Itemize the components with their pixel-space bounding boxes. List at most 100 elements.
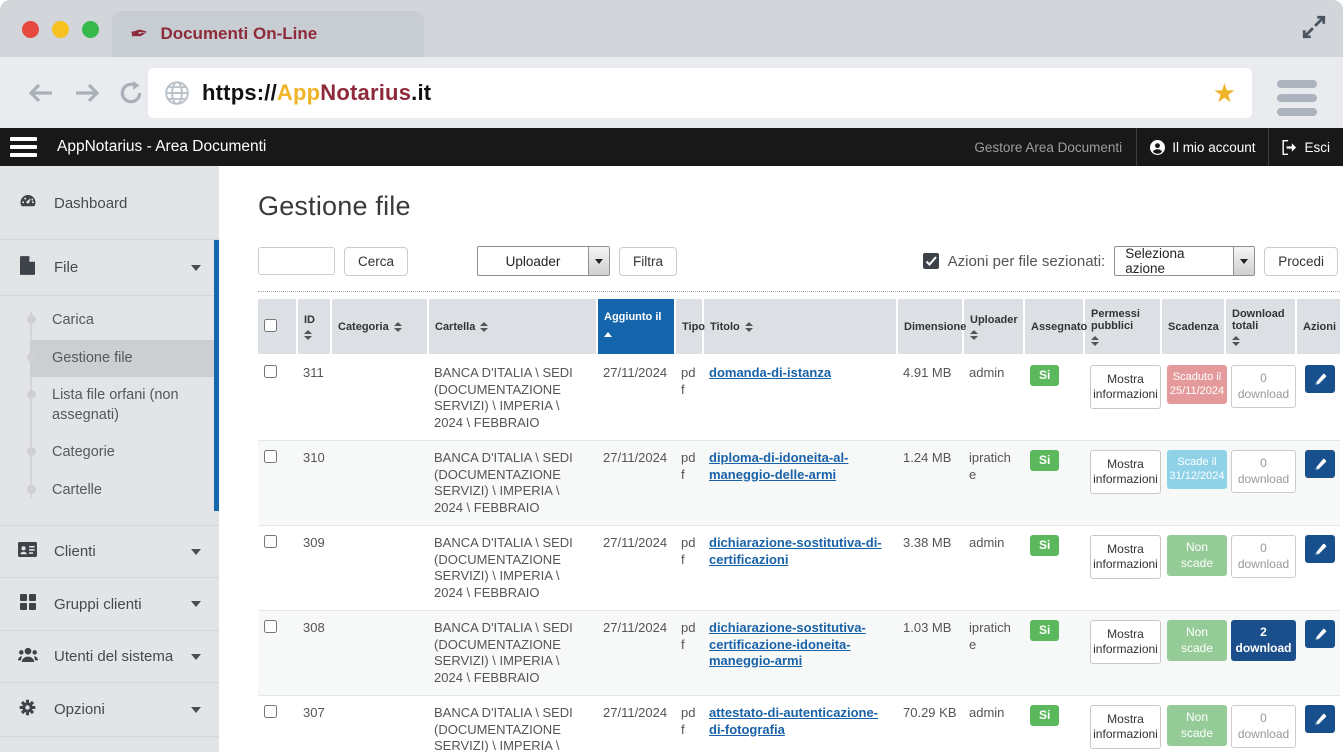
row-checkbox[interactable] [264, 450, 277, 463]
cell-tipo: pdf [675, 696, 703, 752]
refresh-icon[interactable] [118, 80, 144, 106]
cell-uploader: ipratiche [963, 611, 1024, 696]
col-header-download[interactable]: Download totali [1225, 299, 1296, 355]
expand-icon[interactable] [1301, 14, 1327, 40]
scadenza-badge: Nonscade [1167, 620, 1227, 661]
my-account-button[interactable]: Il mio account [1137, 140, 1268, 155]
cell-assegnato: Si [1024, 526, 1084, 611]
col-header-tipo: Tipo [675, 299, 703, 355]
file-submenu-item[interactable]: Cartelle [30, 472, 214, 510]
window-controls[interactable] [22, 21, 99, 38]
file-title-link[interactable]: attestato-di-autenticazione-di-fotografi… [709, 705, 878, 737]
cell-dimensione: 3.38 MB [897, 526, 963, 611]
col-header-titolo[interactable]: Titolo [703, 299, 897, 355]
file-title-link[interactable]: dichiarazione-sostitutiva-di-certificazi… [709, 535, 882, 567]
minimize-window-button[interactable] [52, 21, 69, 38]
mostra-informazioni-button[interactable]: Mostra informazioni [1090, 365, 1161, 409]
file-title-link[interactable]: dichiarazione-sostitutiva-certificazione… [709, 620, 866, 668]
cell-assegnato: Si [1024, 611, 1084, 696]
edit-button[interactable] [1305, 705, 1335, 733]
sidebar-item-dashboard[interactable]: Dashboard [0, 166, 219, 239]
browser-menu-icon[interactable] [1277, 80, 1317, 116]
procedi-button[interactable]: Procedi [1264, 247, 1338, 276]
filtra-button[interactable]: Filtra [619, 247, 677, 276]
sidebar-item-clienti[interactable]: Clienti [0, 525, 219, 577]
downloads-badge[interactable]: 2download [1231, 620, 1296, 661]
downloads-badge[interactable]: 0download [1231, 535, 1296, 578]
col-header-cartella[interactable]: Cartella [428, 299, 597, 355]
scadenza-badge: Nonscade [1167, 705, 1227, 746]
edit-button[interactable] [1305, 365, 1335, 393]
files-table: ID Categoria Cartella Aggiunto il Tipo T… [258, 299, 1340, 752]
cell-categoria [331, 611, 428, 696]
file-submenu-item[interactable]: Gestione file [30, 340, 214, 378]
pencil-icon [1314, 713, 1327, 726]
select-arrow-icon[interactable] [1233, 247, 1254, 275]
mostra-informazioni-button[interactable]: Mostra informazioni [1090, 450, 1161, 494]
col-header-azioni: Azioni [1296, 299, 1340, 355]
cell-aggiunto: 27/11/2024 [597, 611, 675, 696]
mostra-informazioni-button[interactable]: Mostra informazioni [1090, 535, 1161, 579]
mostra-informazioni-button[interactable]: Mostra informazioni [1090, 620, 1161, 664]
mostra-informazioni-button[interactable]: Mostra informazioni [1090, 705, 1161, 749]
downloads-badge[interactable]: 0download [1231, 450, 1296, 493]
select-arrow-icon[interactable] [588, 247, 609, 275]
forward-icon[interactable] [72, 81, 102, 105]
sidebar-item-file[interactable]: File [0, 240, 219, 296]
cell-cartella: BANCA D'ITALIA \ SEDI (DOCUMENTAZIONE SE… [428, 526, 597, 611]
select-all-checkbox-cell[interactable] [258, 299, 297, 355]
edit-button[interactable] [1305, 450, 1335, 478]
col-header-uploader[interactable]: Uploader [963, 299, 1024, 355]
close-window-button[interactable] [22, 21, 39, 38]
url-bar[interactable]: https://AppNotarius.it ★ [148, 68, 1252, 118]
assegnato-badge: Si [1030, 620, 1059, 641]
file-submenu-item[interactable]: Lista file orfani (non assegnati) [30, 377, 214, 434]
cell-categoria [331, 355, 428, 441]
chevron-down-icon [191, 265, 201, 271]
action-select[interactable]: Seleziona azione [1114, 246, 1255, 276]
select-all-checkbox[interactable] [264, 319, 277, 332]
file-submenu-item[interactable]: Carica [30, 302, 214, 340]
browser-tab[interactable]: ✒ Documenti On-Line [112, 11, 424, 57]
cell-titolo: dichiarazione-sostitutiva-di-certificazi… [703, 526, 897, 611]
col-header-aggiunto-il[interactable]: Aggiunto il [597, 299, 675, 355]
downloads-badge[interactable]: 0download [1231, 365, 1296, 408]
sort-icon [1091, 336, 1099, 346]
sidebar-item-utenti[interactable]: Utenti del sistema [0, 630, 219, 682]
col-header-permessi[interactable]: Permessi pubblici [1084, 299, 1161, 355]
cell-uploader: admin [963, 355, 1024, 441]
logout-button[interactable]: Esci [1269, 140, 1343, 155]
file-title-link[interactable]: diploma-di-idoneita-al-maneggio-delle-ar… [709, 450, 848, 482]
row-checkbox[interactable] [264, 620, 277, 633]
chevron-down-icon [191, 707, 201, 713]
file-title-link[interactable]: domanda-di-istanza [709, 365, 831, 380]
col-header-id[interactable]: ID [297, 299, 331, 355]
sidebar-item-opzioni[interactable]: Opzioni [0, 682, 219, 737]
url-text: https://AppNotarius.it [202, 80, 431, 106]
edit-button[interactable] [1305, 535, 1335, 563]
cell-categoria [331, 526, 428, 611]
downloads-badge[interactable]: 0download [1231, 705, 1296, 748]
table-row: 311 BANCA D'ITALIA \ SEDI (DOCUMENTAZION… [258, 355, 1340, 441]
file-submenu-item[interactable]: Categorie [30, 434, 214, 472]
bookmark-star-icon[interactable]: ★ [1213, 80, 1236, 106]
maximize-window-button[interactable] [82, 21, 99, 38]
cerca-button[interactable]: Cerca [344, 247, 408, 276]
pencil-icon [1314, 373, 1327, 386]
browser-tab-strip: ✒ Documenti On-Line [0, 0, 1343, 57]
edit-button[interactable] [1305, 620, 1335, 648]
col-header-categoria[interactable]: Categoria [331, 299, 428, 355]
row-checkbox[interactable] [264, 705, 277, 718]
sort-icon [1232, 336, 1240, 346]
sidebar-item-gruppi-clienti[interactable]: Gruppi clienti [0, 577, 219, 630]
search-input[interactable] [258, 247, 335, 275]
browser-window: ✒ Documenti On-Line https://AppNotarius.… [0, 0, 1343, 752]
row-checkbox[interactable] [264, 365, 277, 378]
uploader-select[interactable]: Uploader [477, 246, 610, 276]
back-icon[interactable] [26, 81, 56, 105]
row-checkbox[interactable] [264, 535, 277, 548]
assegnato-badge: Si [1030, 450, 1059, 471]
sidebar-toggle-icon[interactable] [10, 137, 37, 157]
cell-dimensione: 1.24 MB [897, 441, 963, 526]
divider [258, 291, 1340, 292]
